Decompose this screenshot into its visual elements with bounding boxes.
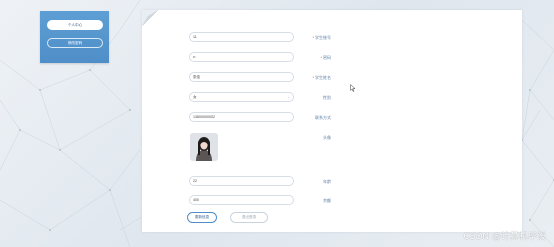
student-name-input[interactable]: 张佳: [189, 72, 294, 82]
sidebar-item-personal-center[interactable]: 个人中心: [47, 20, 103, 30]
password-label: *密码: [320, 55, 331, 60]
gender-label: 性别: [323, 95, 331, 100]
student-account-input[interactable]: 11: [189, 32, 294, 42]
form-row-age: 年龄 22: [142, 176, 522, 188]
balance-input[interactable]: 400: [189, 195, 294, 205]
form-row-gender: 性别 女 ⌄: [142, 92, 522, 104]
chevron-down-icon: ⌄: [286, 95, 290, 99]
form-row-contact: 联系方式 13800000002: [142, 112, 522, 124]
profile-form-card: *学生账号 11 *密码 •• *学生姓名 张佳 性别 女 ⌄ 联系方式 138…: [142, 10, 522, 232]
form-row-student-account: *学生账号 11: [142, 32, 522, 44]
password-input[interactable]: ••: [189, 52, 294, 62]
page-curl-decoration: [142, 10, 158, 26]
age-label: 年龄: [323, 179, 331, 184]
logout-button[interactable]: 退出登录: [230, 212, 268, 223]
gender-select[interactable]: 女 ⌄: [189, 92, 294, 102]
gender-select-value: 女: [193, 95, 197, 99]
age-input[interactable]: 22: [189, 176, 294, 186]
avatar-label: 头像: [323, 135, 331, 140]
update-info-button[interactable]: 更新信息: [187, 212, 217, 223]
avatar[interactable]: [190, 133, 218, 161]
avatar-photo: [190, 133, 218, 161]
contact-input[interactable]: 13800000002: [189, 112, 294, 122]
form-row-password: *密码 ••: [142, 52, 522, 64]
sidebar: 个人中心 修改密码: [40, 11, 109, 63]
watermark-text: CSDN @计算机毕设: [463, 232, 546, 242]
sidebar-item-change-password[interactable]: 修改密码: [47, 38, 103, 48]
form-row-balance: 余额 400: [142, 195, 522, 207]
mouse-cursor-icon: [350, 84, 356, 92]
student-account-label: *学生账号: [312, 35, 331, 40]
contact-label: 联系方式: [315, 115, 331, 120]
student-name-label: *学生姓名: [312, 75, 331, 80]
balance-label: 余额: [323, 198, 331, 203]
form-row-student-name: *学生姓名 张佳: [142, 72, 522, 84]
